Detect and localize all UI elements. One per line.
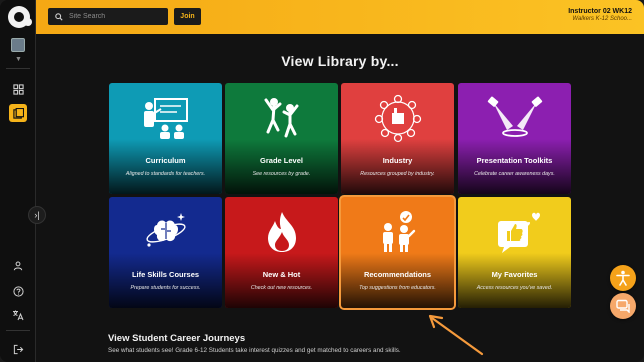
sidebar-divider (6, 68, 30, 69)
site-search[interactable] (48, 8, 168, 25)
tile-description: See resources by grade. (252, 171, 311, 177)
sidebar-item-dashboard[interactable] (9, 80, 27, 98)
chevron-down-icon[interactable]: ▼ (15, 56, 22, 63)
sidebar-collapse-toggle[interactable]: ›| (28, 206, 46, 224)
teacher-board-icon (143, 98, 188, 139)
person-icon (13, 261, 23, 271)
tile-recommendations[interactable]: Recommendations Top suggestions from edu… (339, 195, 456, 310)
flame-icon (267, 212, 296, 252)
tile-shade (458, 253, 571, 308)
tile-title: My Favorites (491, 270, 538, 279)
page-title: View Library by... (281, 53, 399, 69)
accessibility-button[interactable] (610, 265, 636, 291)
tile-my-favorites[interactable]: My Favorites Access resources you've sav… (458, 197, 571, 308)
tile-shade (225, 139, 338, 194)
brain-icon (145, 213, 186, 247)
tile-grade-level[interactable]: Grade Level See resources by grade. (225, 83, 338, 194)
tile-title: Presentation Toolkits (476, 156, 553, 165)
account-avatar[interactable] (11, 38, 25, 52)
tile-title: Curriculum (145, 156, 186, 165)
tile-shade (109, 139, 222, 194)
sidebar-item-profile[interactable] (9, 257, 27, 275)
tile-description: Resources grouped by industry. (360, 171, 435, 177)
tile-shade (109, 253, 222, 308)
logo-badge-icon (24, 18, 32, 26)
career-journeys-description: See what students see! Grade 6-12 Studen… (108, 347, 401, 354)
tile-new-and-hot[interactable]: New & Hot Check out new resources. (225, 197, 338, 308)
sidebar-item-help[interactable] (9, 282, 27, 300)
library-icon (12, 107, 24, 119)
tile-description: Access resources you've saved. (476, 285, 553, 291)
tile-presentation-toolkits[interactable]: Presentation Toolkits Celebrate career a… (458, 83, 571, 194)
tile-description: Prepare students for success. (130, 285, 201, 291)
tile-shade (341, 253, 454, 308)
logout-icon (13, 344, 23, 354)
app-window: ▼ ›| Site Search Join Instructor 02 WK12… (0, 0, 644, 362)
spotlight-icon (487, 96, 542, 137)
tile-title: Industry (382, 156, 413, 165)
dashboard-icon (12, 83, 24, 95)
tile-curriculum[interactable]: Curriculum Aligned to standards for teac… (109, 83, 222, 194)
tile-description: Celebrate career awareness days. (474, 171, 555, 177)
tile-description: Top suggestions from educators. (359, 285, 436, 291)
help-icon (12, 285, 24, 297)
collapse-icon: ›| (34, 210, 40, 220)
career-journeys-title: View Student Career Journeys (108, 333, 246, 344)
annotation-arrow (428, 314, 484, 356)
thumbs-up-icon (497, 212, 540, 253)
chat-icon (616, 299, 630, 313)
tile-description: Aligned to standards for teachers. (125, 171, 206, 177)
user-organization: Walkers K-12 Schoo... (572, 16, 632, 22)
tile-title: Recommendations (363, 270, 432, 279)
sidebar: ▼ (0, 0, 36, 362)
tile-shade (458, 139, 571, 194)
translate-icon (13, 310, 24, 321)
chat-button[interactable] (610, 293, 636, 319)
sidebar-item-logout[interactable] (9, 340, 27, 358)
user-info[interactable]: Instructor 02 WK12 Walkers K-12 Schoo... (568, 8, 632, 22)
students-jumping-icon (264, 98, 298, 138)
accessibility-icon (616, 270, 630, 286)
user-name: Instructor 02 WK12 (568, 8, 632, 15)
tile-description: Check out new resources. (250, 285, 313, 291)
search-icon (55, 12, 63, 21)
search-input[interactable] (69, 13, 159, 20)
tile-shade (225, 253, 338, 308)
tile-title: Life Skills Courses (131, 270, 200, 279)
tile-title: New & Hot (262, 270, 301, 279)
recommend-people-icon (382, 211, 415, 252)
sidebar-item-library[interactable] (9, 104, 27, 122)
tile-life-skills-courses[interactable]: Life Skills Courses Prepare students for… (109, 197, 222, 308)
industry-network-icon (374, 94, 421, 143)
sidebar-divider (6, 330, 30, 331)
tile-title: Grade Level (260, 156, 303, 165)
sidebar-item-language[interactable] (9, 306, 27, 324)
join-button[interactable]: Join (174, 8, 201, 25)
top-header: Join Instructor 02 WK12 Walkers K-12 Sch… (36, 0, 644, 34)
tile-industry[interactable]: Industry Resources grouped by industry. (341, 83, 454, 194)
tile-shade (341, 139, 454, 194)
